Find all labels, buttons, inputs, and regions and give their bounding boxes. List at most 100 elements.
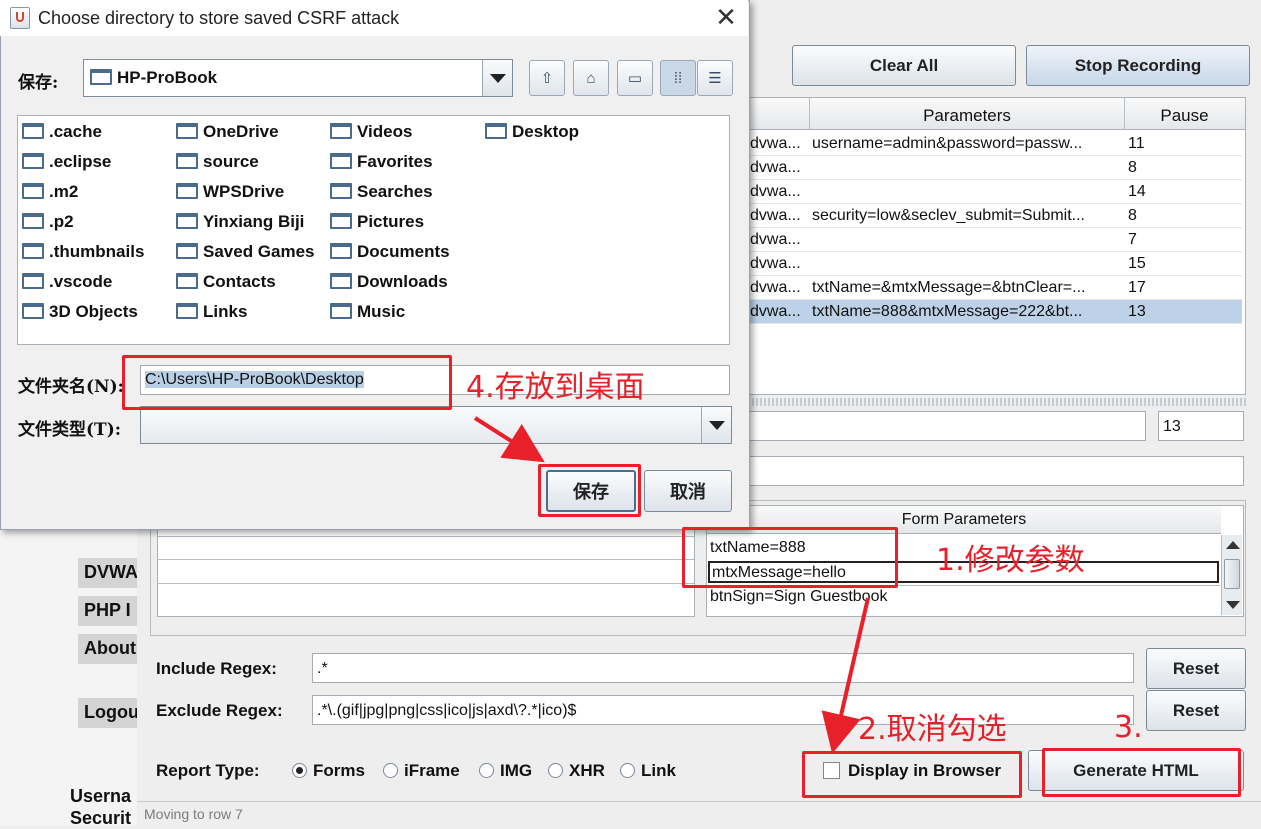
scroll-up-icon[interactable] — [1226, 541, 1240, 549]
annotation-box-folder-name — [122, 355, 452, 410]
list-view-icon[interactable]: ⁞⁞ — [660, 60, 696, 96]
folder-item[interactable]: WPSDrive — [176, 182, 284, 202]
folder-item[interactable]: .vscode — [22, 272, 112, 292]
dvwa-sidebar-item[interactable]: PHP I — [78, 596, 140, 626]
table-row[interactable]: dvwa... username=admin&password=passw... 1… — [750, 132, 1242, 156]
folder-item[interactable]: OneDrive — [176, 122, 279, 142]
include-regex-field[interactable]: .* — [312, 653, 1134, 683]
scrollbar[interactable] — [1221, 535, 1242, 615]
radio-icon[interactable] — [479, 763, 494, 778]
chevron-down-icon — [709, 421, 725, 430]
report-type-radio-img[interactable]: IMG — [479, 761, 532, 781]
folder-name-label: 文件夹名(N): — [18, 377, 124, 397]
column-header-pause[interactable]: Pause — [1124, 98, 1244, 130]
folder-item[interactable]: Pictures — [330, 212, 424, 232]
splitter[interactable] — [748, 398, 1246, 406]
details-view-icon[interactable]: ☰ — [697, 60, 733, 96]
folder-item[interactable]: Searches — [330, 182, 433, 202]
folder-item[interactable]: .m2 — [22, 182, 78, 202]
annotation-step1: 1.修改参数 — [936, 543, 1085, 578]
radio-icon[interactable] — [383, 763, 398, 778]
radio-selected-icon[interactable] — [292, 763, 307, 778]
report-type-radio-link[interactable]: Link — [620, 761, 676, 781]
folder-icon — [22, 213, 44, 229]
folder-icon — [176, 243, 198, 259]
folder-icon — [330, 183, 352, 199]
folder-icon — [176, 303, 198, 319]
report-type-radio-xhr[interactable]: XHR — [548, 761, 605, 781]
request-url-field[interactable] — [748, 456, 1244, 486]
scroll-down-icon[interactable] — [1226, 601, 1240, 609]
clear-all-button[interactable]: Clear All — [792, 45, 1016, 86]
folder-item[interactable]: Music — [330, 302, 405, 322]
look-in-dropdown-button[interactable] — [482, 60, 512, 96]
report-type-radio-forms[interactable]: Forms — [292, 761, 365, 781]
folder-icon — [176, 213, 198, 229]
file-type-combo[interactable] — [140, 406, 732, 444]
folder-item[interactable]: Yinxiang Biji — [176, 212, 304, 232]
folder-item[interactable]: source — [176, 152, 259, 172]
report-type-radio-iframe[interactable]: iFrame — [383, 761, 460, 781]
folder-icon — [330, 273, 352, 289]
status-text: Moving to row 7 — [144, 806, 243, 822]
dvwa-sidebar-item[interactable]: Logou — [78, 698, 140, 728]
stop-recording-button[interactable]: Stop Recording — [1026, 45, 1250, 86]
folder-icon — [330, 303, 352, 319]
reset-include-button[interactable]: Reset — [1146, 648, 1246, 689]
folder-item[interactable]: .p2 — [22, 212, 74, 232]
folder-icon — [22, 243, 44, 259]
folder-item[interactable]: Saved Games — [176, 242, 315, 262]
folder-item-desktop[interactable]: Desktop — [485, 122, 579, 142]
column-header-parameters[interactable]: Parameters — [809, 98, 1124, 130]
folder-item[interactable]: Documents — [330, 242, 450, 262]
dvwa-bottom-text: Securit — [70, 808, 132, 828]
cancel-button[interactable]: 取消 — [644, 470, 732, 512]
radio-icon[interactable] — [548, 763, 563, 778]
table-row[interactable]: dvwa... security=low&seclev_submit=Submit… — [750, 204, 1242, 228]
form-parameter-row[interactable]: btnSign=Sign Guestbook — [708, 585, 1220, 607]
scroll-thumb[interactable] — [1224, 559, 1240, 589]
home-icon[interactable]: ⌂ — [573, 60, 609, 96]
radio-icon[interactable] — [620, 763, 635, 778]
dvwa-bottom-text: Userna — [70, 786, 132, 806]
table-row-selected[interactable]: dvwa... txtName=888&mtxMessage=222&bt... 1… — [750, 300, 1242, 324]
reset-exclude-button[interactable]: Reset — [1146, 690, 1246, 731]
folder-icon — [22, 303, 44, 319]
dialog-title: Choose directory to store saved CSRF att… — [38, 8, 400, 28]
folder-item[interactable]: Contacts — [176, 272, 276, 292]
dvwa-sidebar-item[interactable]: About — [78, 634, 140, 664]
table-row[interactable]: dvwa... txtName=&mtxMessage=&btnClear=...… — [750, 276, 1242, 300]
dvwa-sidebar-item[interactable]: DVWA — [78, 558, 140, 588]
close-icon[interactable]: ✕ — [712, 4, 740, 32]
file-type-dropdown-button[interactable] — [701, 407, 731, 443]
folder-item[interactable]: .eclipse — [22, 152, 111, 172]
folder-icon — [176, 183, 198, 199]
exclude-regex-field[interactable]: .*\.(gif|jpg|png|css|ico|js|axd\?.*|ico)… — [312, 695, 1134, 725]
folder-item[interactable]: Videos — [330, 122, 412, 142]
up-one-level-icon[interactable]: ⇧ — [529, 60, 565, 96]
chevron-down-icon — [490, 74, 506, 83]
folder-item[interactable]: Downloads — [330, 272, 448, 292]
table-row[interactable]: dvwa... 14 — [750, 180, 1242, 204]
folder-icon — [176, 273, 198, 289]
java-icon — [10, 7, 30, 29]
form-name-row[interactable] — [158, 560, 694, 584]
look-in-label: 保存: — [18, 73, 59, 93]
new-folder-icon[interactable]: ▭ — [617, 60, 653, 96]
file-type-label: 文件类型(T): — [18, 420, 122, 440]
folder-item[interactable]: .thumbnails — [22, 242, 144, 262]
folder-item[interactable]: Links — [176, 302, 247, 322]
folder-item[interactable]: 3D Objects — [22, 302, 138, 322]
pause-field[interactable]: 13 — [1158, 411, 1244, 441]
form-name-row[interactable] — [158, 536, 694, 560]
annotation-box-save — [538, 464, 641, 517]
folder-icon — [176, 123, 198, 139]
table-row[interactable]: dvwa... 7 — [750, 228, 1242, 252]
url-field[interactable] — [748, 411, 1146, 441]
table-row[interactable]: dvwa... 8 — [750, 156, 1242, 180]
folder-item[interactable]: .cache — [22, 122, 102, 142]
table-row[interactable]: dvwa... 15 — [750, 252, 1242, 276]
folder-icon — [22, 273, 44, 289]
folder-icon — [330, 153, 352, 169]
folder-item[interactable]: Favorites — [330, 152, 433, 172]
